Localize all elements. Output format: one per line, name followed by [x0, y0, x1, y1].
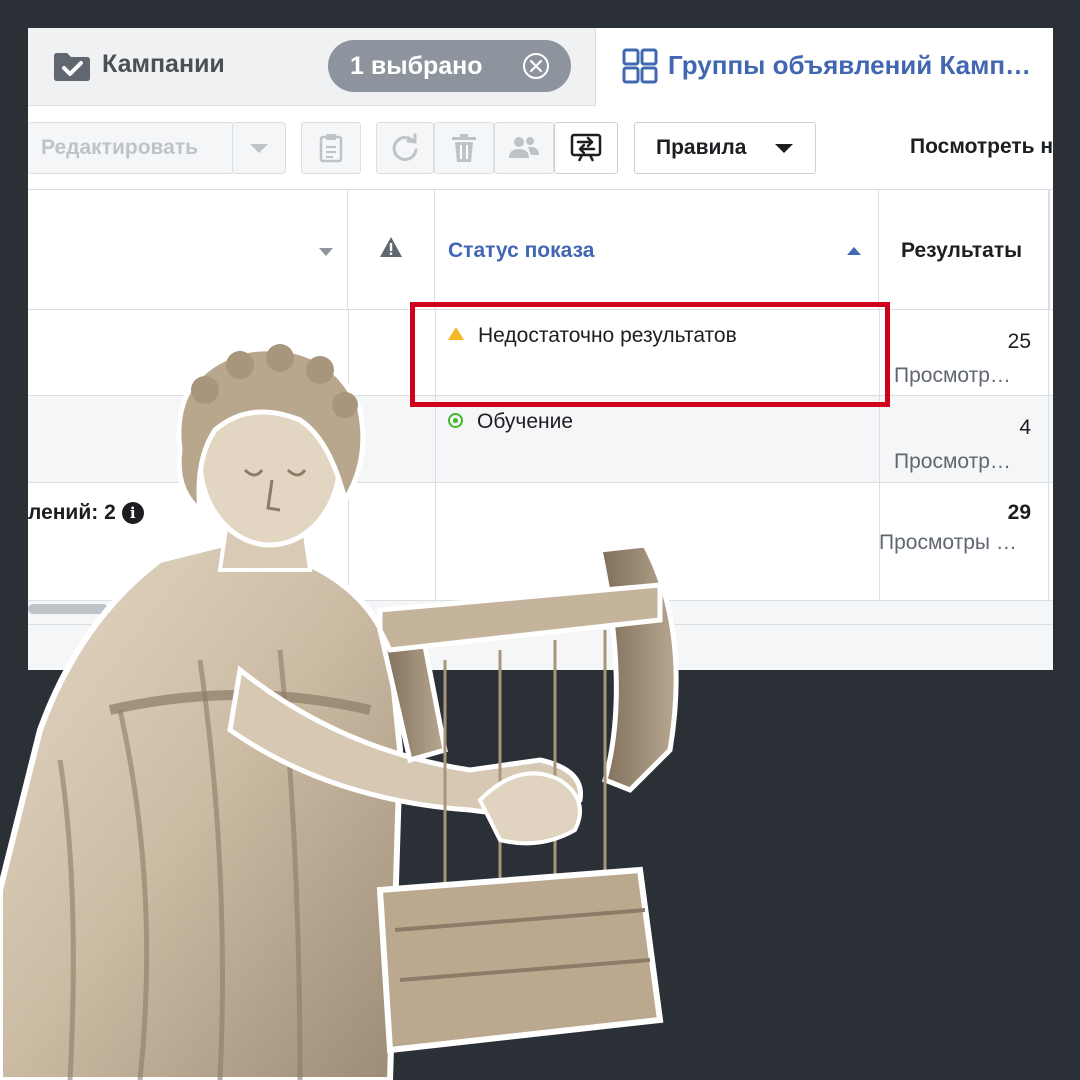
tab-ad-sets-label: Группы объявлений Камп… — [668, 50, 1032, 80]
view-setup-link[interactable]: Посмотреть н — [910, 135, 1053, 159]
chevron-down-icon — [775, 144, 793, 153]
compare-button[interactable] — [554, 122, 618, 174]
column-divider — [1048, 310, 1049, 395]
selection-count: 1 выбрано — [350, 52, 483, 80]
tab-bar: Кампании 1 выбрано Группы объявлений Кам… — [28, 28, 1053, 106]
column-divider — [1048, 483, 1049, 600]
column-header-name[interactable] — [28, 190, 348, 310]
column-header-delivery-status[interactable]: Статус показа — [435, 190, 879, 310]
trash-icon — [452, 134, 476, 162]
edit-button-label: Редактировать — [41, 136, 199, 159]
results-value: 25 — [1007, 330, 1031, 353]
results-value: 4 — [1019, 416, 1031, 439]
column-header-issues[interactable] — [348, 190, 435, 310]
chevron-down-icon[interactable] — [319, 248, 333, 256]
compare-icon — [570, 133, 602, 162]
duplicate-button[interactable] — [301, 122, 361, 174]
sort-ascending-icon[interactable] — [847, 247, 861, 255]
apollo-statue-image — [0, 344, 679, 1080]
results-type: Просмотр… — [894, 364, 1011, 387]
results-total: 29 — [1007, 501, 1031, 524]
audience-button[interactable] — [494, 122, 554, 174]
column-divider — [1048, 396, 1049, 482]
rules-button-label: Правила — [656, 136, 747, 159]
refresh-icon — [392, 133, 418, 161]
warning-icon — [380, 237, 402, 257]
tab-campaigns-label: Кампании — [102, 50, 225, 78]
refresh-button[interactable] — [376, 122, 434, 174]
toolbar: Редактировать Правила Посмотреть н — [28, 106, 1053, 190]
clipboard-icon — [319, 134, 343, 163]
rules-button[interactable]: Правила — [634, 122, 816, 174]
people-icon — [509, 137, 539, 158]
tab-campaigns[interactable]: Кампании 1 выбрано — [28, 28, 596, 106]
folder-check-icon — [54, 53, 90, 81]
tab-ad-sets[interactable]: Группы объявлений Камп… — [596, 28, 1053, 106]
selection-pill[interactable]: 1 выбрано — [328, 40, 571, 92]
edit-dropdown-button[interactable] — [232, 122, 286, 174]
chevron-down-icon — [250, 144, 268, 153]
column-header-results[interactable]: Результаты — [879, 190, 1053, 310]
column-divider — [879, 396, 880, 482]
column-header-results-label: Результаты — [901, 239, 1023, 262]
column-header-delivery-status-label: Статус показа — [448, 239, 595, 262]
grid-icon — [622, 48, 658, 84]
close-circle-icon[interactable] — [522, 52, 550, 80]
results-type: Просмотр… — [894, 450, 1011, 473]
results-total-type: Просмотры … — [879, 531, 1017, 554]
delete-button[interactable] — [434, 122, 494, 174]
edit-button[interactable]: Редактировать — [28, 122, 233, 174]
column-divider — [1048, 190, 1050, 310]
